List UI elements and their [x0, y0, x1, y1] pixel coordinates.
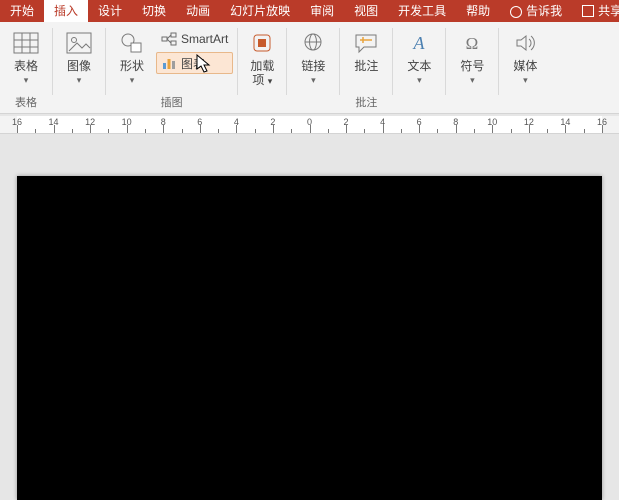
images-button[interactable]: 图像 ▾ — [57, 26, 101, 86]
smartart-icon — [161, 31, 177, 47]
shapes-icon — [116, 29, 148, 57]
caret-icon: ▾ — [523, 75, 528, 85]
caret-icon: ▾ — [130, 75, 135, 85]
ribbon: 表格 ▾ 表格 图像 ▾ 形状 — [0, 22, 619, 114]
tab-animations[interactable]: 动画 — [176, 0, 220, 22]
group-illustrations-label: 插图 — [110, 95, 233, 111]
group-images-single: 图像 ▾ — [53, 22, 105, 113]
smartart-label: SmartArt — [181, 32, 228, 46]
caret-icon: ▾ — [417, 75, 422, 85]
group-comments: 批注 批注 — [340, 22, 392, 113]
tab-transitions[interactable]: 切换 — [132, 0, 176, 22]
group-links: 链接 ▾ — [287, 22, 339, 113]
tab-developer[interactable]: 开发工具 — [388, 0, 456, 22]
tell-me[interactable]: 告诉我 — [500, 0, 572, 22]
image-icon — [63, 29, 95, 57]
shapes-button[interactable]: 形状 ▾ — [110, 26, 154, 86]
caret-icon: ▾ — [470, 75, 475, 85]
ruler-area: 1614121086420246810121416 — [0, 116, 619, 134]
symbol-label: 符号 — [460, 59, 484, 73]
addins-button[interactable]: 加载项 ▾ — [242, 26, 282, 89]
tab-design[interactable]: 设计 — [88, 0, 132, 22]
table-icon — [10, 29, 42, 57]
ribbon-tabstrip: 开始 插入 设计 切换 动画 幻灯片放映 审阅 视图 开发工具 帮助 告诉我 共… — [0, 0, 619, 22]
media-label: 媒体 — [513, 59, 537, 73]
text-icon: A — [403, 29, 435, 57]
tab-help[interactable]: 帮助 — [456, 0, 500, 22]
group-media: 媒体 ▾ — [499, 22, 551, 113]
comment-button[interactable]: 批注 — [344, 26, 388, 74]
caret-icon: ▾ — [24, 75, 29, 85]
group-tables-label: 表格 — [4, 95, 48, 111]
group-text: A 文本 ▾ — [393, 22, 445, 113]
svg-text:Ω: Ω — [466, 34, 479, 53]
text-label: 文本 — [407, 59, 431, 73]
images-label: 图像 — [67, 59, 91, 73]
group-illustrations: 形状 ▾ SmartArt 图表 插图 — [106, 22, 237, 113]
chart-icon — [161, 55, 177, 71]
share-button[interactable]: 共享 — [572, 0, 619, 22]
addins-label: 加载项 ▾ — [250, 59, 274, 88]
caret-icon: ▾ — [311, 75, 316, 85]
text-button[interactable]: A 文本 ▾ — [397, 26, 441, 86]
symbol-icon: Ω — [456, 29, 488, 57]
link-icon — [297, 29, 329, 57]
shapes-label: 形状 — [120, 59, 144, 73]
tab-home[interactable]: 开始 — [0, 0, 44, 22]
addins-icon — [246, 29, 278, 57]
media-button[interactable]: 媒体 ▾ — [503, 26, 547, 86]
comment-label: 批注 — [354, 59, 378, 73]
speaker-icon — [509, 29, 541, 57]
group-addins: 加载项 ▾ — [238, 22, 286, 113]
group-tables: 表格 ▾ 表格 — [0, 22, 52, 113]
tab-review[interactable]: 审阅 — [300, 0, 344, 22]
tab-insert[interactable]: 插入 — [44, 0, 88, 22]
horizontal-ruler[interactable]: 1614121086420246810121416 — [0, 116, 619, 134]
slide[interactable] — [17, 176, 602, 500]
tab-view[interactable]: 视图 — [344, 0, 388, 22]
tab-slideshow[interactable]: 幻灯片放映 — [220, 0, 300, 22]
chart-button[interactable]: 图表 — [156, 52, 233, 74]
smartart-button[interactable]: SmartArt — [156, 28, 233, 50]
group-symbols: Ω 符号 ▾ — [446, 22, 498, 113]
symbol-button[interactable]: Ω 符号 ▾ — [450, 26, 494, 86]
link-button[interactable]: 链接 ▾ — [291, 26, 335, 86]
table-label: 表格 — [14, 59, 38, 73]
tell-me-label: 告诉我 — [526, 0, 562, 22]
slide-canvas[interactable] — [0, 134, 619, 500]
comment-icon — [350, 29, 382, 57]
chart-label: 图表 — [181, 55, 205, 72]
group-comments-label: 批注 — [344, 95, 388, 111]
table-button[interactable]: 表格 ▾ — [4, 26, 48, 86]
svg-text:A: A — [413, 33, 426, 53]
caret-icon: ▾ — [77, 75, 82, 85]
link-label: 链接 — [301, 59, 325, 73]
share-label: 共享 — [598, 0, 619, 22]
